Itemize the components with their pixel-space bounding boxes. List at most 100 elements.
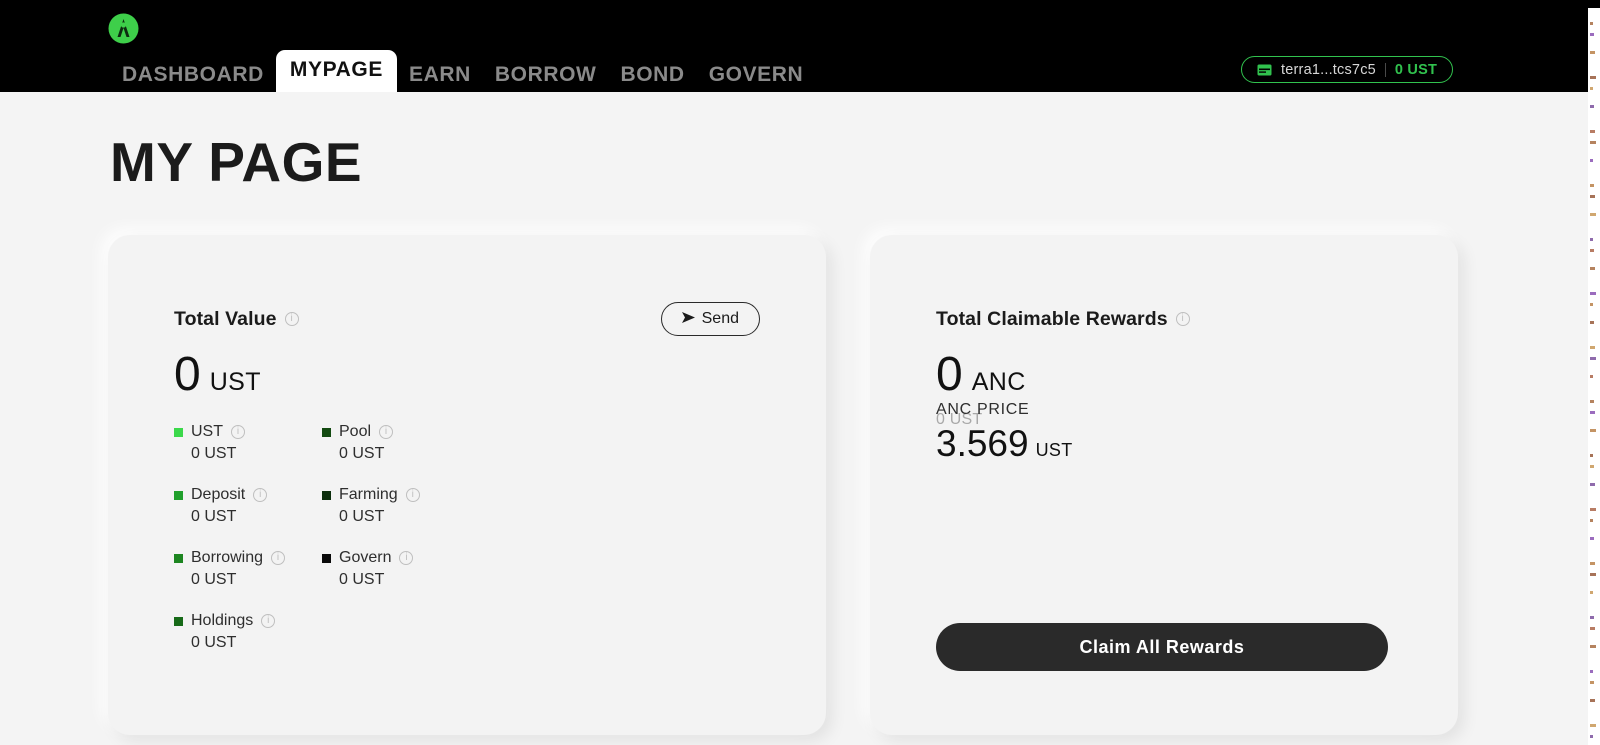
breakdown-label-group: Pool i: [322, 423, 470, 441]
info-icon[interactable]: i: [253, 488, 268, 502]
swatch-icon: [174, 553, 183, 563]
minimap-mark: [1590, 645, 1596, 648]
minimap-mark: [1590, 195, 1595, 198]
wallet-divider: [1384, 62, 1386, 77]
info-icon[interactable]: i: [261, 614, 276, 628]
nav-item-mypage[interactable]: MYPAGE: [275, 50, 397, 92]
total-value-amount: 0: [174, 348, 201, 401]
minimap-mark: [1590, 411, 1595, 414]
send-button-label: Send: [701, 310, 739, 327]
info-icon[interactable]: i: [231, 425, 245, 439]
minimap-mark: [1590, 519, 1593, 522]
nav-item-borrow[interactable]: BORROW: [483, 58, 609, 92]
anc-price-label: ANC PRICE: [936, 401, 1030, 418]
minimap-mark: [1590, 267, 1595, 270]
info-icon[interactable]: i: [399, 551, 414, 565]
swatch-icon: [322, 490, 331, 500]
breakdown-item-farming: Farming i 0 UST: [322, 486, 470, 549]
breakdown-value: 0 UST: [339, 508, 385, 525]
breakdown-item-ust: UST i 0 UST: [174, 423, 322, 486]
nav-item-earn[interactable]: EARN: [397, 58, 483, 92]
minimap-mark: [1590, 346, 1595, 349]
nav-item-bond[interactable]: BOND: [608, 58, 696, 92]
claimable-rewards-card: Total Claimable Rewards i 0 ANC 0 UST AN…: [870, 235, 1458, 735]
breakdown-value: 0 UST: [191, 508, 237, 525]
minimap-mark: [1590, 573, 1596, 576]
minimap-mark: [1590, 87, 1593, 90]
total-value-card: Total Value i Send 0 UST UST i 0 UST Poo…: [108, 235, 826, 735]
value-breakdown: UST i 0 UST Pool i 0 UST Deposit i 0 UST…: [174, 423, 470, 675]
total-value-unit: UST: [209, 368, 261, 396]
nav-item-govern[interactable]: GOVERN: [697, 58, 816, 92]
send-button[interactable]: Send: [660, 302, 760, 336]
breakdown-item-govern: Govern i 0 UST: [322, 549, 470, 612]
rewards-header: Total Claimable Rewards i: [936, 307, 1392, 331]
minimap-mark: [1590, 51, 1595, 54]
breakdown-label: Pool: [339, 423, 372, 440]
breakdown-label-group: Deposit i: [174, 486, 322, 504]
wallet-address: terra1...tcs7c5: [1281, 61, 1376, 78]
minimap-mark: [1590, 213, 1596, 216]
total-value-title-group: Total Value i: [174, 308, 299, 331]
minimap-mark: [1590, 670, 1593, 673]
breakdown-value: 0 UST: [339, 445, 385, 462]
minimap-mark: [1590, 238, 1593, 241]
info-icon[interactable]: i: [271, 551, 286, 565]
info-icon[interactable]: i: [379, 425, 394, 439]
breakdown-label-group: Borrowing i: [174, 549, 322, 567]
minimap-mark: [1590, 159, 1593, 162]
minimap-mark: [1590, 249, 1594, 252]
claim-all-rewards-button[interactable]: Claim All Rewards: [936, 623, 1388, 671]
breakdown-label-group: UST i: [174, 423, 322, 441]
page-body: MY PAGE Total Value i Send 0 UST UST i 0…: [0, 92, 1588, 745]
breakdown-value: 0 UST: [191, 571, 237, 588]
breakdown-value: 0 UST: [191, 634, 237, 651]
breakdown-label: UST: [191, 423, 223, 440]
info-icon[interactable]: i: [405, 488, 420, 502]
swatch-icon: [322, 553, 331, 563]
wallet-chip[interactable]: terra1...tcs7c5 0 UST: [1241, 56, 1453, 83]
minimap-mark: [1590, 375, 1593, 378]
minimap-mark: [1590, 454, 1593, 457]
breakdown-value: 0 UST: [191, 445, 237, 462]
rewards-amount: 0: [936, 348, 963, 401]
minimap-mark: [1590, 130, 1595, 133]
minimap-mark: [1590, 292, 1596, 295]
breakdown-label-group: Govern i: [322, 549, 470, 567]
minimap-mark: [1590, 105, 1594, 108]
swatch-icon: [174, 427, 183, 437]
swatch-icon: [174, 616, 183, 626]
minimap-mark: [1590, 681, 1594, 684]
nav-item-dashboard[interactable]: DASHBOARD: [110, 58, 276, 92]
breakdown-item-pool: Pool i 0 UST: [322, 423, 470, 486]
minimap-mark: [1590, 483, 1595, 486]
breakdown-item-deposit: Deposit i 0 UST: [174, 486, 322, 549]
minimap-mark: [1590, 184, 1594, 187]
swatch-icon: [322, 427, 331, 437]
wallet-balance: 0 UST: [1394, 61, 1437, 78]
minimap-mark: [1590, 627, 1595, 630]
wallet-icon: [1257, 64, 1272, 76]
minimap-mark: [1590, 616, 1594, 619]
total-value-header: Total Value i Send: [174, 302, 760, 336]
minimap-mark: [1590, 735, 1593, 738]
anc-price-unit: UST: [1035, 440, 1073, 460]
anchor-logo[interactable]: [108, 12, 139, 45]
editor-minimap-sliver[interactable]: [1588, 0, 1600, 745]
info-icon[interactable]: i: [1175, 312, 1190, 326]
breakdown-item-holdings: Holdings i 0 UST: [174, 612, 322, 675]
send-icon: [681, 310, 695, 328]
minimap-mark: [1590, 429, 1596, 432]
breakdown-value: 0 UST: [339, 571, 385, 588]
anc-price-group: 3.569 UST: [936, 425, 1073, 462]
info-icon[interactable]: i: [284, 312, 299, 326]
minimap-mark: [1590, 465, 1594, 468]
breakdown-item-borrowing: Borrowing i 0 UST: [174, 549, 322, 612]
top-header: DASHBOARD MYPAGE EARN BORROW BOND GOVERN…: [0, 0, 1588, 92]
breakdown-label: Deposit: [191, 486, 246, 503]
breakdown-label: Farming: [339, 486, 398, 503]
minimap-mark: [1590, 591, 1593, 594]
minimap-mark: [1590, 33, 1594, 36]
minimap-mark: [1590, 76, 1596, 79]
breakdown-label-group: Holdings i: [174, 612, 322, 630]
